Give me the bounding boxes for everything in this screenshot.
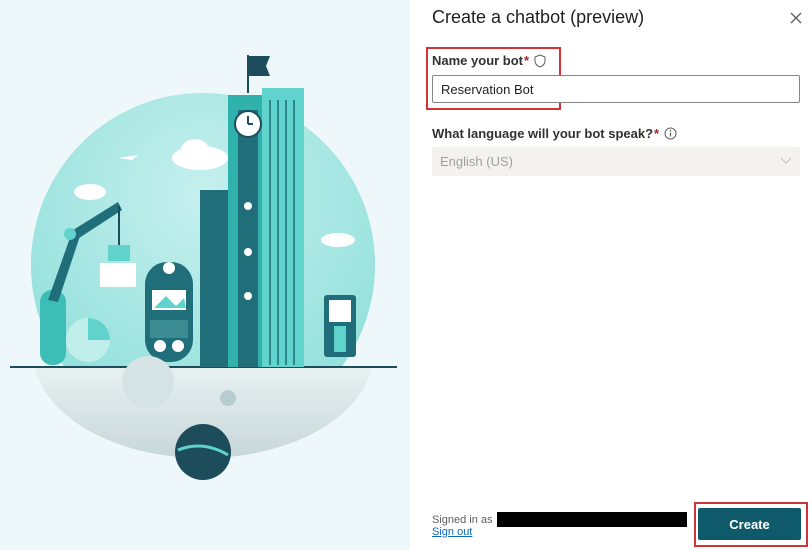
signed-in-info: Signed in as	[432, 512, 687, 527]
name-field-label: Name your bot *	[432, 53, 546, 68]
required-marker: *	[524, 53, 530, 68]
language-field-label: What language will your bot speak? *	[432, 126, 677, 141]
illustration-panel	[0, 0, 410, 550]
create-chatbot-dialog: Create a chatbot (preview) Name your bot…	[410, 0, 812, 550]
language-selected-value: English (US)	[440, 154, 513, 169]
signed-in-label: Signed in as	[432, 513, 493, 526]
city-illustration	[10, 55, 397, 480]
chevron-down-icon	[780, 157, 792, 164]
sign-out-link[interactable]: Sign out	[432, 526, 472, 538]
shield-icon	[534, 53, 546, 68]
bot-name-input[interactable]	[432, 75, 800, 103]
language-dropdown[interactable]: English (US)	[432, 147, 800, 176]
name-label-text: Name your bot	[432, 53, 524, 68]
language-label-text: What language will your bot speak?	[432, 126, 654, 141]
close-icon[interactable]	[788, 10, 804, 26]
create-button[interactable]: Create	[698, 508, 801, 540]
required-marker: *	[654, 126, 660, 141]
info-icon[interactable]	[664, 127, 677, 140]
dialog-title: Create a chatbot (preview)	[432, 7, 645, 27]
redacted-account	[496, 512, 687, 527]
